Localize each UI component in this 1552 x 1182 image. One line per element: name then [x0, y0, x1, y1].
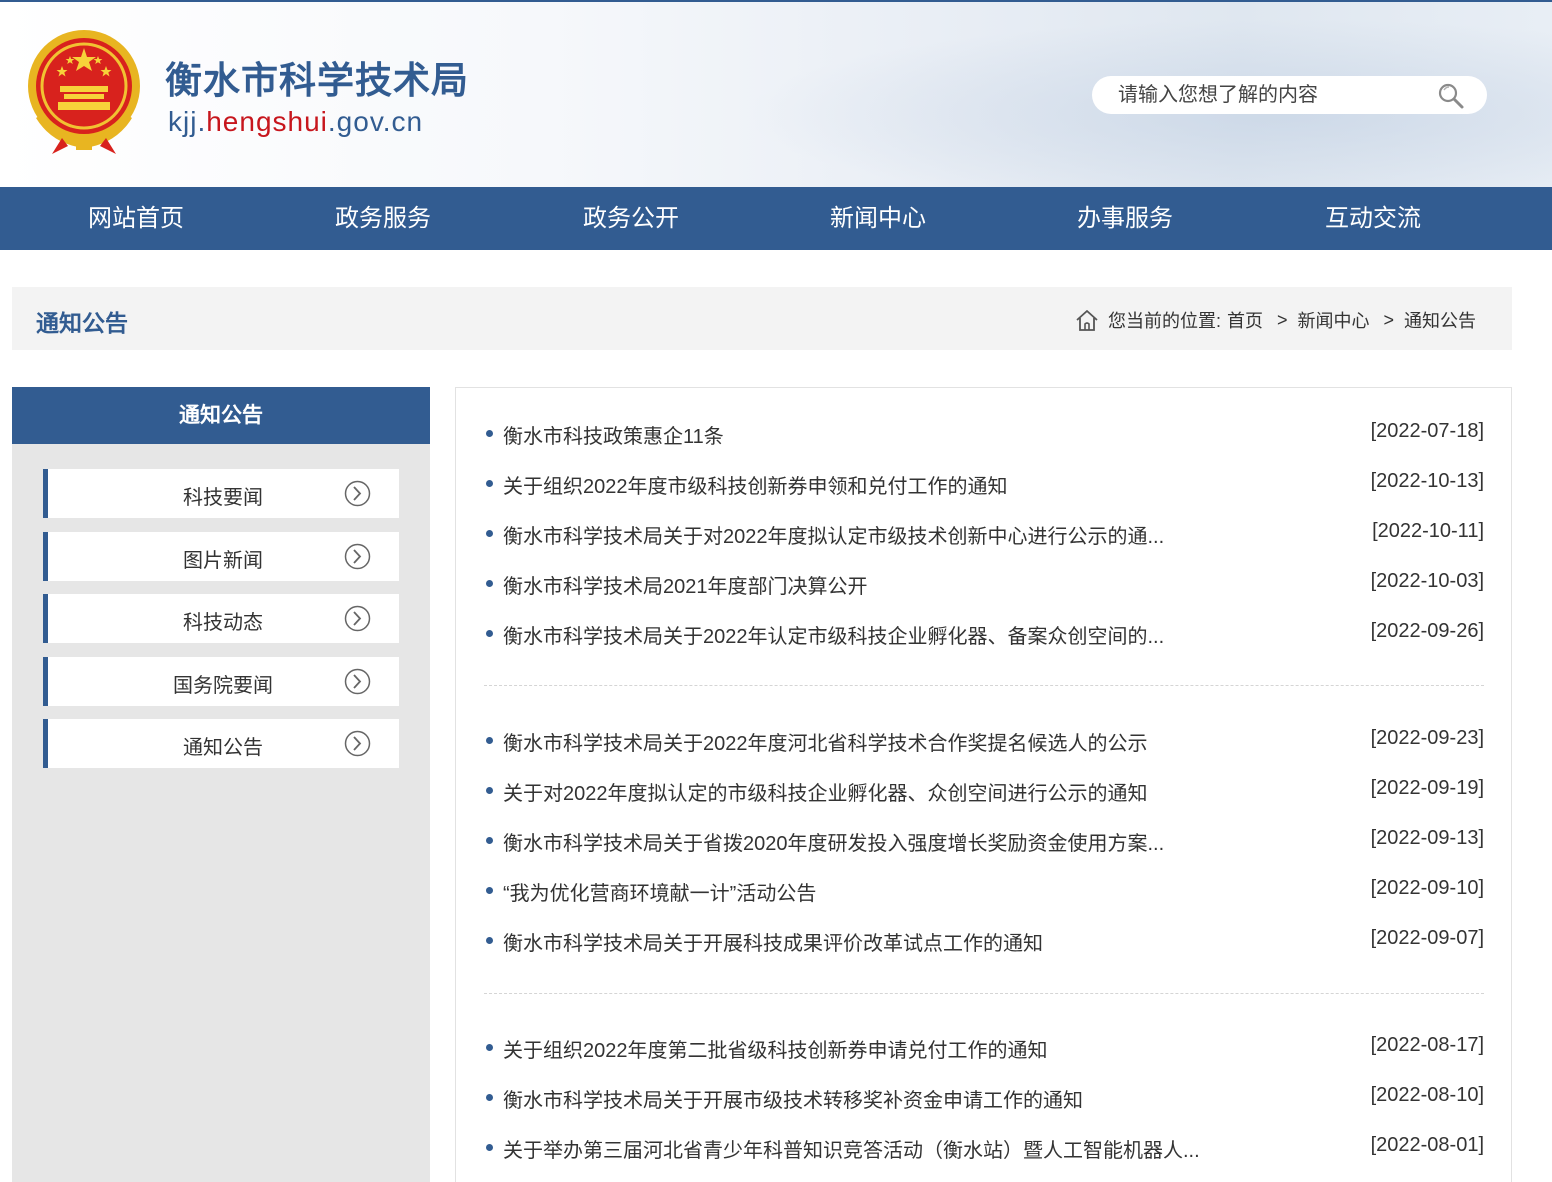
chevron-right-circle-icon: [344, 668, 371, 695]
bullet-icon: [486, 530, 493, 537]
domain-suffix: .gov.cn: [327, 106, 424, 137]
bullet-icon: [486, 580, 493, 587]
list-item-title[interactable]: 衡水市科学技术局关于2022年认定市级科技企业孵化器、备案众创空间的...: [503, 620, 1164, 649]
sidebar-title: 通知公告: [12, 387, 430, 444]
national-emblem-logo[interactable]: [22, 26, 146, 156]
bullet-icon: [486, 1144, 493, 1151]
chevron-right-circle-icon: [344, 605, 371, 632]
breadcrumb-home-link[interactable]: 首页: [1227, 307, 1263, 333]
list-item-title[interactable]: 衡水市科学技术局关于省拨2020年度研发投入强度增长奖励资金使用方案...: [503, 827, 1164, 856]
list-item-date: [2022-09-07]: [1370, 927, 1484, 949]
sidebar-item-tech-updates[interactable]: 科技动态: [43, 594, 399, 643]
list-item[interactable]: 衡水市科学技术局关于开展市级技术转移奖补资金申请工作的通知 [2022-08-10…: [484, 1082, 1484, 1112]
nav-home[interactable]: 网站首页: [46, 187, 226, 250]
site-domain: kjj.hengshui.gov.cn: [168, 106, 423, 138]
list-item[interactable]: 衡水市科学技术局2021年度部门决算公开 [2022-10-03]: [484, 568, 1484, 598]
list-item-title[interactable]: 衡水市科学技术局2021年度部门决算公开: [503, 570, 868, 599]
page-title-bar: 通知公告 您当前的位置: 首页 > 新闻中心 > 通知公告: [12, 287, 1512, 350]
list-item[interactable]: 衡水市科学技术局关于2022年度河北省科学技术合作奖提名候选人的公示 [2022-…: [484, 725, 1484, 755]
notice-list: 衡水市科技政策惠企11条 [2022-07-18] 关于组织2022年度市级科技创…: [455, 387, 1512, 1182]
bullet-icon: [486, 1094, 493, 1101]
list-item-title[interactable]: 衡水市科学技术局关于开展市级技术转移奖补资金申请工作的通知: [503, 1084, 1083, 1113]
list-item-date: [2022-08-01]: [1370, 1134, 1484, 1156]
bullet-icon: [486, 630, 493, 637]
list-item-title[interactable]: 衡水市科技政策惠企11条: [503, 420, 724, 449]
list-item[interactable]: 关于组织2022年度第二批省级科技创新券申请兑付工作的通知 [2022-08-17…: [484, 1032, 1484, 1062]
list-item-date: [2022-09-19]: [1370, 777, 1484, 799]
page-title: 通知公告: [36, 310, 128, 336]
chevron-right-circle-icon: [344, 730, 371, 757]
list-item-title[interactable]: 衡水市科学技术局关于对2022年度拟认定市级技术创新中心进行公示的通...: [503, 520, 1164, 549]
search-input[interactable]: [1118, 81, 1418, 109]
list-item[interactable]: 衡水市科学技术局关于对2022年度拟认定市级技术创新中心进行公示的通... [20…: [484, 518, 1484, 548]
bullet-icon: [486, 837, 493, 844]
list-item-date: [2022-07-18]: [1370, 420, 1484, 442]
sidebar-item-notices[interactable]: 通知公告: [43, 719, 399, 768]
list-item-date: [2022-08-10]: [1370, 1084, 1484, 1106]
breadcrumb: 您当前的位置: 首页 > 新闻中心 > 通知公告: [1074, 307, 1476, 333]
list-item[interactable]: 衡水市科学技术局关于省拨2020年度研发投入强度增长奖励资金使用方案... [20…: [484, 825, 1484, 855]
list-divider: [484, 993, 1484, 994]
site-title: 衡水市科学技术局: [165, 60, 469, 101]
list-item-title[interactable]: 衡水市科学技术局关于2022年度河北省科学技术合作奖提名候选人的公示: [503, 727, 1148, 756]
list-item-title[interactable]: 衡水市科学技术局关于开展科技成果评价改革试点工作的通知: [503, 927, 1043, 956]
list-divider: [484, 685, 1484, 686]
bullet-icon: [486, 480, 493, 487]
list-item-title[interactable]: 关于组织2022年度第二批省级科技创新券申请兑付工作的通知: [503, 1034, 1048, 1063]
list-item-title[interactable]: “我为优化营商环境献一计”活动公告: [503, 877, 816, 906]
main-nav: 网站首页 政务服务 政务公开 新闻中心 办事服务 互动交流: [0, 187, 1552, 250]
list-item[interactable]: 衡水市科学技术局关于2022年认定市级科技企业孵化器、备案众创空间的... [20…: [484, 618, 1484, 648]
chevron-right-circle-icon: [344, 480, 371, 507]
bullet-icon: [486, 737, 493, 744]
list-item-date: [2022-10-03]: [1370, 570, 1484, 592]
nav-government-affairs-open[interactable]: 政务公开: [541, 187, 721, 250]
home-icon: [1076, 310, 1098, 331]
list-item-date: [2022-09-26]: [1370, 620, 1484, 642]
list-item-date: [2022-09-10]: [1370, 877, 1484, 899]
list-item[interactable]: 衡水市科技政策惠企11条 [2022-07-18]: [484, 418, 1484, 448]
bullet-icon: [486, 887, 493, 894]
list-item-date: [2022-09-13]: [1370, 827, 1484, 849]
breadcrumb-notice-link[interactable]: 通知公告: [1404, 307, 1476, 333]
list-item[interactable]: 关于对2022年度拟认定的市级科技企业孵化器、众创空间进行公示的通知 [2022-…: [484, 775, 1484, 805]
domain-prefix: kjj.: [168, 106, 207, 137]
list-item-title[interactable]: 关于对2022年度拟认定的市级科技企业孵化器、众创空间进行公示的通知: [503, 777, 1148, 806]
breadcrumb-separator: >: [1276, 309, 1288, 330]
nav-news-center[interactable]: 新闻中心: [788, 187, 968, 250]
breadcrumb-prefix: 您当前的位置:: [1107, 311, 1221, 331]
search-box: [1092, 76, 1487, 114]
bullet-icon: [486, 787, 493, 794]
list-item-title[interactable]: 关于举办第三届河北省青少年科普知识竞答活动（衡水站）暨人工智能机器人...: [503, 1134, 1200, 1163]
sidebar: 通知公告 科技要闻 图片新闻 科技动态 国务院要闻 通知公告: [12, 387, 430, 1182]
search-icon[interactable]: [1437, 82, 1465, 110]
list-item-date: [2022-08-17]: [1370, 1034, 1484, 1056]
site-header: 衡水市科学技术局 kjj.hengshui.gov.cn: [0, 0, 1552, 187]
domain-accent: hengshui: [206, 106, 328, 137]
list-item[interactable]: 关于组织2022年度市级科技创新券申领和兑付工作的通知 [2022-10-13]: [484, 468, 1484, 498]
list-item-date: [2022-10-11]: [1372, 520, 1484, 542]
list-item[interactable]: 衡水市科学技术局关于开展科技成果评价改革试点工作的通知 [2022-09-07]: [484, 925, 1484, 955]
list-item-date: [2022-09-23]: [1370, 727, 1484, 749]
nav-affairs-service[interactable]: 办事服务: [1035, 187, 1215, 250]
bullet-icon: [486, 937, 493, 944]
list-item[interactable]: 关于举办第三届河北省青少年科普知识竞答活动（衡水站）暨人工智能机器人... [20…: [484, 1132, 1484, 1162]
list-item-title[interactable]: 关于组织2022年度市级科技创新券申领和兑付工作的通知: [503, 470, 1008, 499]
breadcrumb-separator: >: [1383, 309, 1394, 330]
sidebar-item-tech-news[interactable]: 科技要闻: [43, 469, 399, 518]
nav-government-service[interactable]: 政务服务: [293, 187, 473, 250]
breadcrumb-news-center-link[interactable]: 新闻中心: [1297, 307, 1369, 333]
bullet-icon: [486, 430, 493, 437]
list-item-date: [2022-10-13]: [1370, 470, 1484, 492]
list-item[interactable]: “我为优化营商环境献一计”活动公告 [2022-09-10]: [484, 875, 1484, 905]
bullet-icon: [486, 1044, 493, 1051]
chevron-right-circle-icon: [344, 543, 371, 570]
sidebar-item-state-council-news[interactable]: 国务院要闻: [43, 657, 399, 706]
sidebar-item-photo-news[interactable]: 图片新闻: [43, 532, 399, 581]
nav-interaction[interactable]: 互动交流: [1283, 187, 1463, 250]
